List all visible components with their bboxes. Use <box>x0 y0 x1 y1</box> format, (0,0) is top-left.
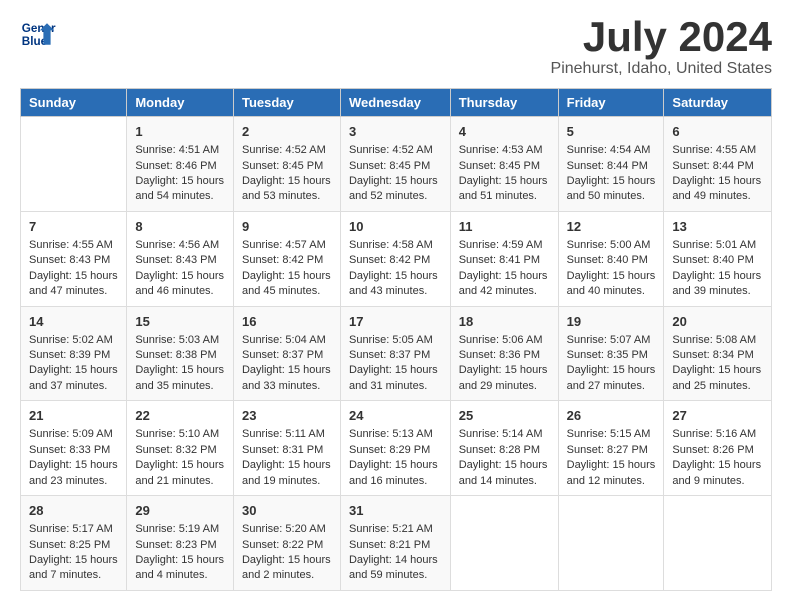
day-cell <box>450 496 558 591</box>
day-cell: 23Sunrise: 5:11 AMSunset: 8:31 PMDayligh… <box>233 401 340 496</box>
day-cell: 7Sunrise: 4:55 AMSunset: 8:43 PMDaylight… <box>21 211 127 306</box>
day-cell: 25Sunrise: 5:14 AMSunset: 8:28 PMDayligh… <box>450 401 558 496</box>
day-number: 11 <box>459 218 550 236</box>
day-number: 17 <box>349 313 442 331</box>
week-row-3: 14Sunrise: 5:02 AMSunset: 8:39 PMDayligh… <box>21 306 772 401</box>
day-cell: 29Sunrise: 5:19 AMSunset: 8:23 PMDayligh… <box>127 496 234 591</box>
day-number: 28 <box>29 502 118 520</box>
day-cell: 5Sunrise: 4:54 AMSunset: 8:44 PMDaylight… <box>558 117 664 212</box>
day-number: 7 <box>29 218 118 236</box>
day-cell: 15Sunrise: 5:03 AMSunset: 8:38 PMDayligh… <box>127 306 234 401</box>
day-cell: 17Sunrise: 5:05 AMSunset: 8:37 PMDayligh… <box>340 306 450 401</box>
day-cell: 6Sunrise: 4:55 AMSunset: 8:44 PMDaylight… <box>664 117 772 212</box>
day-cell <box>21 117 127 212</box>
day-cell: 12Sunrise: 5:00 AMSunset: 8:40 PMDayligh… <box>558 211 664 306</box>
calendar-table: SundayMondayTuesdayWednesdayThursdayFrid… <box>20 88 772 591</box>
day-number: 26 <box>567 407 656 425</box>
day-cell: 8Sunrise: 4:56 AMSunset: 8:43 PMDaylight… <box>127 211 234 306</box>
day-number: 3 <box>349 123 442 141</box>
day-cell: 16Sunrise: 5:04 AMSunset: 8:37 PMDayligh… <box>233 306 340 401</box>
col-header-thursday: Thursday <box>450 89 558 117</box>
day-number: 31 <box>349 502 442 520</box>
day-number: 27 <box>672 407 763 425</box>
week-row-4: 21Sunrise: 5:09 AMSunset: 8:33 PMDayligh… <box>21 401 772 496</box>
day-number: 20 <box>672 313 763 331</box>
day-cell: 13Sunrise: 5:01 AMSunset: 8:40 PMDayligh… <box>664 211 772 306</box>
col-header-monday: Monday <box>127 89 234 117</box>
day-number: 9 <box>242 218 332 236</box>
day-cell: 22Sunrise: 5:10 AMSunset: 8:32 PMDayligh… <box>127 401 234 496</box>
logo: General Blue <box>20 16 56 52</box>
day-number: 4 <box>459 123 550 141</box>
week-row-5: 28Sunrise: 5:17 AMSunset: 8:25 PMDayligh… <box>21 496 772 591</box>
day-cell: 11Sunrise: 4:59 AMSunset: 8:41 PMDayligh… <box>450 211 558 306</box>
col-header-tuesday: Tuesday <box>233 89 340 117</box>
day-number: 1 <box>135 123 225 141</box>
day-number: 22 <box>135 407 225 425</box>
col-header-saturday: Saturday <box>664 89 772 117</box>
day-number: 8 <box>135 218 225 236</box>
day-cell: 30Sunrise: 5:20 AMSunset: 8:22 PMDayligh… <box>233 496 340 591</box>
day-cell <box>558 496 664 591</box>
day-number: 12 <box>567 218 656 236</box>
day-number: 29 <box>135 502 225 520</box>
day-cell: 31Sunrise: 5:21 AMSunset: 8:21 PMDayligh… <box>340 496 450 591</box>
title-area: July 2024 Pinehurst, Idaho, United State… <box>551 16 772 78</box>
header-row: SundayMondayTuesdayWednesdayThursdayFrid… <box>21 89 772 117</box>
week-row-1: 1Sunrise: 4:51 AMSunset: 8:46 PMDaylight… <box>21 117 772 212</box>
day-number: 15 <box>135 313 225 331</box>
day-cell: 24Sunrise: 5:13 AMSunset: 8:29 PMDayligh… <box>340 401 450 496</box>
day-number: 21 <box>29 407 118 425</box>
col-header-friday: Friday <box>558 89 664 117</box>
day-number: 30 <box>242 502 332 520</box>
col-header-sunday: Sunday <box>21 89 127 117</box>
day-number: 18 <box>459 313 550 331</box>
day-number: 13 <box>672 218 763 236</box>
day-cell: 9Sunrise: 4:57 AMSunset: 8:42 PMDaylight… <box>233 211 340 306</box>
calendar-subtitle: Pinehurst, Idaho, United States <box>551 60 772 78</box>
day-cell: 20Sunrise: 5:08 AMSunset: 8:34 PMDayligh… <box>664 306 772 401</box>
day-cell: 14Sunrise: 5:02 AMSunset: 8:39 PMDayligh… <box>21 306 127 401</box>
day-cell: 18Sunrise: 5:06 AMSunset: 8:36 PMDayligh… <box>450 306 558 401</box>
day-cell: 10Sunrise: 4:58 AMSunset: 8:42 PMDayligh… <box>340 211 450 306</box>
day-cell <box>664 496 772 591</box>
day-number: 16 <box>242 313 332 331</box>
logo-icon: General Blue <box>20 16 56 52</box>
day-number: 14 <box>29 313 118 331</box>
day-cell: 1Sunrise: 4:51 AMSunset: 8:46 PMDaylight… <box>127 117 234 212</box>
day-number: 5 <box>567 123 656 141</box>
day-number: 23 <box>242 407 332 425</box>
day-number: 2 <box>242 123 332 141</box>
header: General Blue July 2024 Pinehurst, Idaho,… <box>20 16 772 78</box>
day-number: 19 <box>567 313 656 331</box>
day-cell: 3Sunrise: 4:52 AMSunset: 8:45 PMDaylight… <box>340 117 450 212</box>
day-number: 25 <box>459 407 550 425</box>
calendar-title: July 2024 <box>551 16 772 58</box>
day-number: 24 <box>349 407 442 425</box>
day-cell: 2Sunrise: 4:52 AMSunset: 8:45 PMDaylight… <box>233 117 340 212</box>
day-cell: 28Sunrise: 5:17 AMSunset: 8:25 PMDayligh… <box>21 496 127 591</box>
day-cell: 26Sunrise: 5:15 AMSunset: 8:27 PMDayligh… <box>558 401 664 496</box>
day-number: 6 <box>672 123 763 141</box>
day-cell: 4Sunrise: 4:53 AMSunset: 8:45 PMDaylight… <box>450 117 558 212</box>
day-cell: 19Sunrise: 5:07 AMSunset: 8:35 PMDayligh… <box>558 306 664 401</box>
week-row-2: 7Sunrise: 4:55 AMSunset: 8:43 PMDaylight… <box>21 211 772 306</box>
day-cell: 27Sunrise: 5:16 AMSunset: 8:26 PMDayligh… <box>664 401 772 496</box>
day-number: 10 <box>349 218 442 236</box>
col-header-wednesday: Wednesday <box>340 89 450 117</box>
day-cell: 21Sunrise: 5:09 AMSunset: 8:33 PMDayligh… <box>21 401 127 496</box>
